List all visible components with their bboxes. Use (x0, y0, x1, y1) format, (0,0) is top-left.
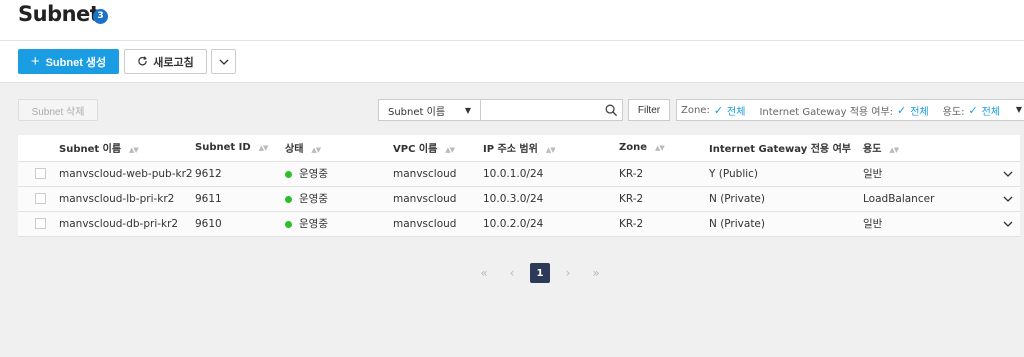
table-row[interactable]: manvscloud-db-pri-kr2 9610 운영중 manvsclou… (18, 211, 1020, 236)
cell-subnet-name: manvscloud-web-pub-kr2 (59, 167, 193, 180)
first-page-icon[interactable]: « (474, 263, 494, 283)
filter-usage-label: 용도: (942, 106, 965, 118)
table-row[interactable]: manvscloud-lb-pri-kr2 9611 운영중 manvsclou… (18, 186, 1020, 211)
cell-status: 운영중 (285, 186, 393, 211)
cell-status: 운영중 (285, 161, 393, 186)
search-field-select[interactable]: Subnet 이름 ▼ (378, 99, 481, 121)
list-toolbar: Subnet 삭제 Subnet 이름 ▼ Filter Zone: ✓ 전체 … (0, 83, 1024, 135)
column-header-status[interactable]: 상태 ▲▼ (285, 135, 393, 161)
table-row[interactable]: manvscloud-web-pub-kr2 9612 운영중 manvsclo… (18, 161, 1020, 186)
expand-row-chevron-icon[interactable] (1003, 196, 1013, 202)
create-subnet-label: Subnet 생성 (45, 56, 107, 69)
refresh-button[interactable]: 새로고침 (124, 49, 207, 74)
cell-subnet-name: manvscloud-db-pri-kr2 (59, 217, 179, 230)
search-field-select-value: Subnet 이름 (388, 106, 446, 118)
check-icon: ✓ (968, 103, 978, 117)
column-header-usage[interactable]: 용도 ▲▼ (863, 135, 996, 161)
cell-subnet-id: 9612 (195, 167, 222, 180)
more-actions-button[interactable] (211, 49, 236, 74)
row-checkbox[interactable] (35, 218, 46, 229)
subnet-table: Subnet 이름 ▲▼ Subnet ID ▲▼ 상태 ▲▼ VPC 이름 ▲▼ IP… (18, 135, 1020, 237)
caret-down-icon[interactable]: ▼ (1016, 105, 1022, 114)
cell-vpc-name: manvscloud (393, 167, 457, 180)
action-bar: + Subnet 생성 새로고침 (0, 41, 1024, 83)
column-header-id[interactable]: Subnet ID ▲▼ (195, 135, 285, 161)
subnet-count-badge: 3 (93, 9, 108, 24)
filter-zone-value: 전체 (727, 106, 746, 118)
column-header-zone[interactable]: Zone ▲▼ (619, 135, 709, 161)
filter-igw-value: 전체 (910, 106, 929, 118)
next-page-icon[interactable]: › (558, 263, 578, 283)
column-header-name[interactable]: Subnet 이름 ▲▼ (59, 135, 195, 161)
expand-row-chevron-icon[interactable] (1003, 171, 1013, 177)
page-number-current[interactable]: 1 (530, 263, 550, 283)
filter-usage-value: 전체 (981, 106, 1001, 118)
check-icon: ✓ (897, 103, 907, 117)
cell-usage: 일반 (863, 218, 883, 230)
prev-page-icon[interactable]: ‹ (502, 263, 522, 283)
search-input[interactable] (480, 99, 623, 121)
cell-igw: Y (Public) (709, 167, 759, 180)
sort-icon[interactable]: ▲▼ (655, 144, 665, 152)
cell-vpc-name: manvscloud (393, 192, 457, 205)
caret-down-icon: ▼ (464, 105, 471, 115)
create-subnet-button[interactable]: + Subnet 생성 (18, 49, 119, 74)
column-header-vpc[interactable]: VPC 이름 ▲▼ (393, 135, 483, 161)
sort-icon[interactable]: ▲▼ (129, 146, 139, 154)
cell-zone: KR-2 (619, 167, 644, 180)
cell-zone: KR-2 (619, 217, 644, 230)
cell-usage: LoadBalancer (863, 192, 935, 205)
cell-vpc-name: manvscloud (393, 217, 457, 230)
row-checkbox[interactable] (35, 168, 46, 179)
sort-icon[interactable]: ▲▼ (259, 144, 269, 152)
status-dot-icon (285, 220, 292, 228)
search-icon[interactable] (605, 104, 618, 117)
sort-icon[interactable]: ▲▼ (311, 146, 321, 154)
page-title: Subnet (18, 2, 100, 26)
cell-status: 운영중 (285, 211, 393, 236)
cell-ip-range: 10.0.2.0/24 (483, 217, 544, 230)
filter-button[interactable]: Filter (628, 99, 670, 121)
chevron-down-icon (219, 59, 228, 65)
expand-row-chevron-icon[interactable] (1003, 221, 1013, 227)
sort-icon[interactable]: ▲▼ (889, 146, 899, 154)
column-header-ip-range[interactable]: IP 주소 범위 ▲▼ (483, 135, 619, 161)
filter-zone-label: Zone: (681, 104, 710, 116)
refresh-icon (138, 56, 148, 66)
row-checkbox[interactable] (35, 193, 46, 204)
cell-zone: KR-2 (619, 192, 644, 205)
sort-icon[interactable]: ▲▼ (546, 146, 556, 154)
cell-igw: N (Private) (709, 192, 765, 205)
plus-icon: + (30, 53, 40, 70)
page-header: Subnet 3 (0, 0, 1024, 41)
filter-tags[interactable]: Zone: ✓ 전체 Internet Gateway 적용 여부: ✓ 전체 … (676, 99, 1024, 121)
cell-usage: 일반 (863, 168, 883, 180)
column-header-igw[interactable]: Internet Gateway 전용 여부 (709, 135, 863, 161)
sort-icon[interactable]: ▲▼ (445, 146, 455, 154)
cell-ip-range: 10.0.1.0/24 (483, 167, 544, 180)
delete-subnet-button[interactable]: Subnet 삭제 (18, 99, 98, 121)
pagination: « ‹ 1 › » (474, 263, 606, 283)
filter-igw-label: Internet Gateway 적용 여부: (759, 106, 894, 118)
check-icon: ✓ (713, 103, 724, 117)
refresh-label: 새로고침 (153, 56, 194, 69)
table-header-row: Subnet 이름 ▲▼ Subnet ID ▲▼ 상태 ▲▼ VPC 이름 ▲▼ IP… (18, 135, 1020, 161)
cell-subnet-id: 9610 (195, 217, 222, 230)
cell-subnet-id: 9611 (195, 192, 222, 205)
subnet-table-container: Subnet 이름 ▲▼ Subnet ID ▲▼ 상태 ▲▼ VPC 이름 ▲▼ IP… (18, 135, 1020, 237)
cell-ip-range: 10.0.3.0/24 (483, 192, 544, 205)
status-dot-icon (285, 170, 292, 178)
last-page-icon[interactable]: » (586, 263, 606, 283)
status-dot-icon (285, 195, 292, 203)
cell-igw: N (Private) (709, 217, 765, 230)
cell-subnet-name: manvscloud-lb-pri-kr2 (59, 192, 175, 205)
